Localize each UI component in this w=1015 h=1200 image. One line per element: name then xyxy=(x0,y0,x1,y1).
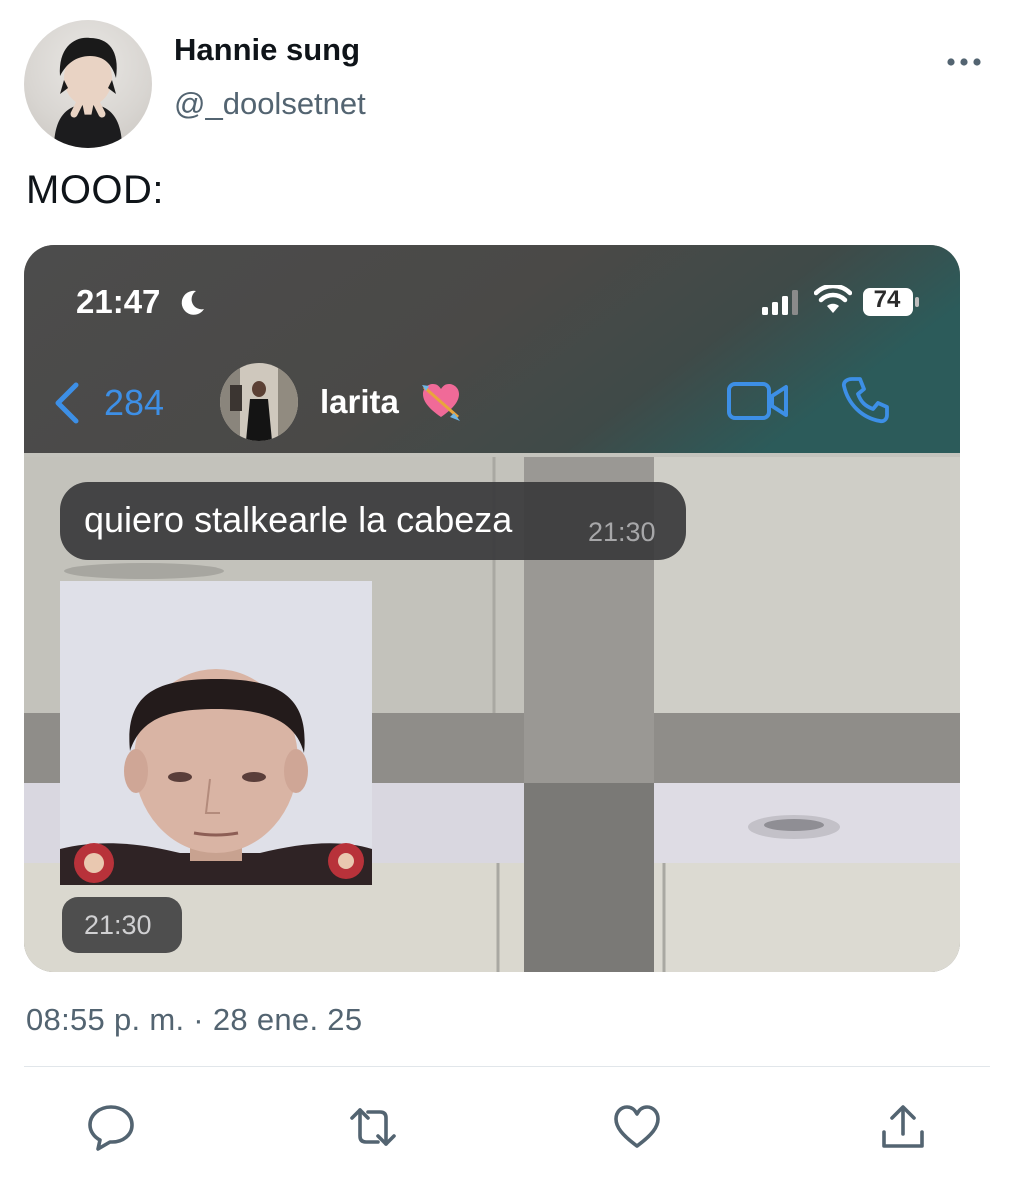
back-chevron-icon[interactable] xyxy=(52,381,82,425)
battery-level: 74 xyxy=(873,286,901,313)
display-name[interactable]: Hannie sung xyxy=(174,32,360,68)
status-time: 21:47 xyxy=(76,283,161,320)
wifi-icon xyxy=(814,285,852,313)
phone-call-icon[interactable] xyxy=(840,375,890,425)
photo-time-badge: 21:30 xyxy=(62,897,182,953)
unread-count[interactable]: 284 xyxy=(104,382,164,424)
divider xyxy=(24,1066,990,1067)
profile-avatar[interactable] xyxy=(24,20,152,148)
reply-icon xyxy=(88,1105,134,1151)
moon-icon xyxy=(181,290,204,315)
tweet-timestamp[interactable]: 08:55 p. m. · 28 ene. 25 xyxy=(26,1002,362,1038)
more-icon xyxy=(947,58,981,66)
share-icon xyxy=(882,1105,924,1148)
heart-icon xyxy=(614,1105,660,1148)
more-options-button[interactable] xyxy=(936,44,992,80)
retweet-button[interactable] xyxy=(348,1102,398,1152)
retweet-icon xyxy=(350,1108,396,1146)
photo-time: 21:30 xyxy=(84,910,152,940)
message-time: 21:30 xyxy=(588,517,656,547)
tweet-media-image[interactable]: 21:47 74 284 larita quiero stalkearle la… xyxy=(24,245,960,972)
contact-avatar[interactable] xyxy=(220,363,298,441)
message-text: quiero stalkearle la cabeza xyxy=(84,499,513,540)
message-bubble[interactable]: quiero stalkearle la cabeza 21:30 xyxy=(60,482,686,560)
photo-message[interactable] xyxy=(60,581,372,885)
share-button[interactable] xyxy=(878,1102,928,1152)
video-call-icon[interactable] xyxy=(726,379,790,423)
tweet-text: MOOD: xyxy=(26,168,165,212)
reply-button[interactable] xyxy=(86,1102,136,1152)
heart-arrow-emoji xyxy=(422,384,460,421)
user-handle[interactable]: @_doolsetnet xyxy=(174,86,366,122)
contact-name[interactable]: larita xyxy=(320,383,399,421)
signal-icon xyxy=(762,290,798,315)
like-button[interactable] xyxy=(612,1102,662,1152)
